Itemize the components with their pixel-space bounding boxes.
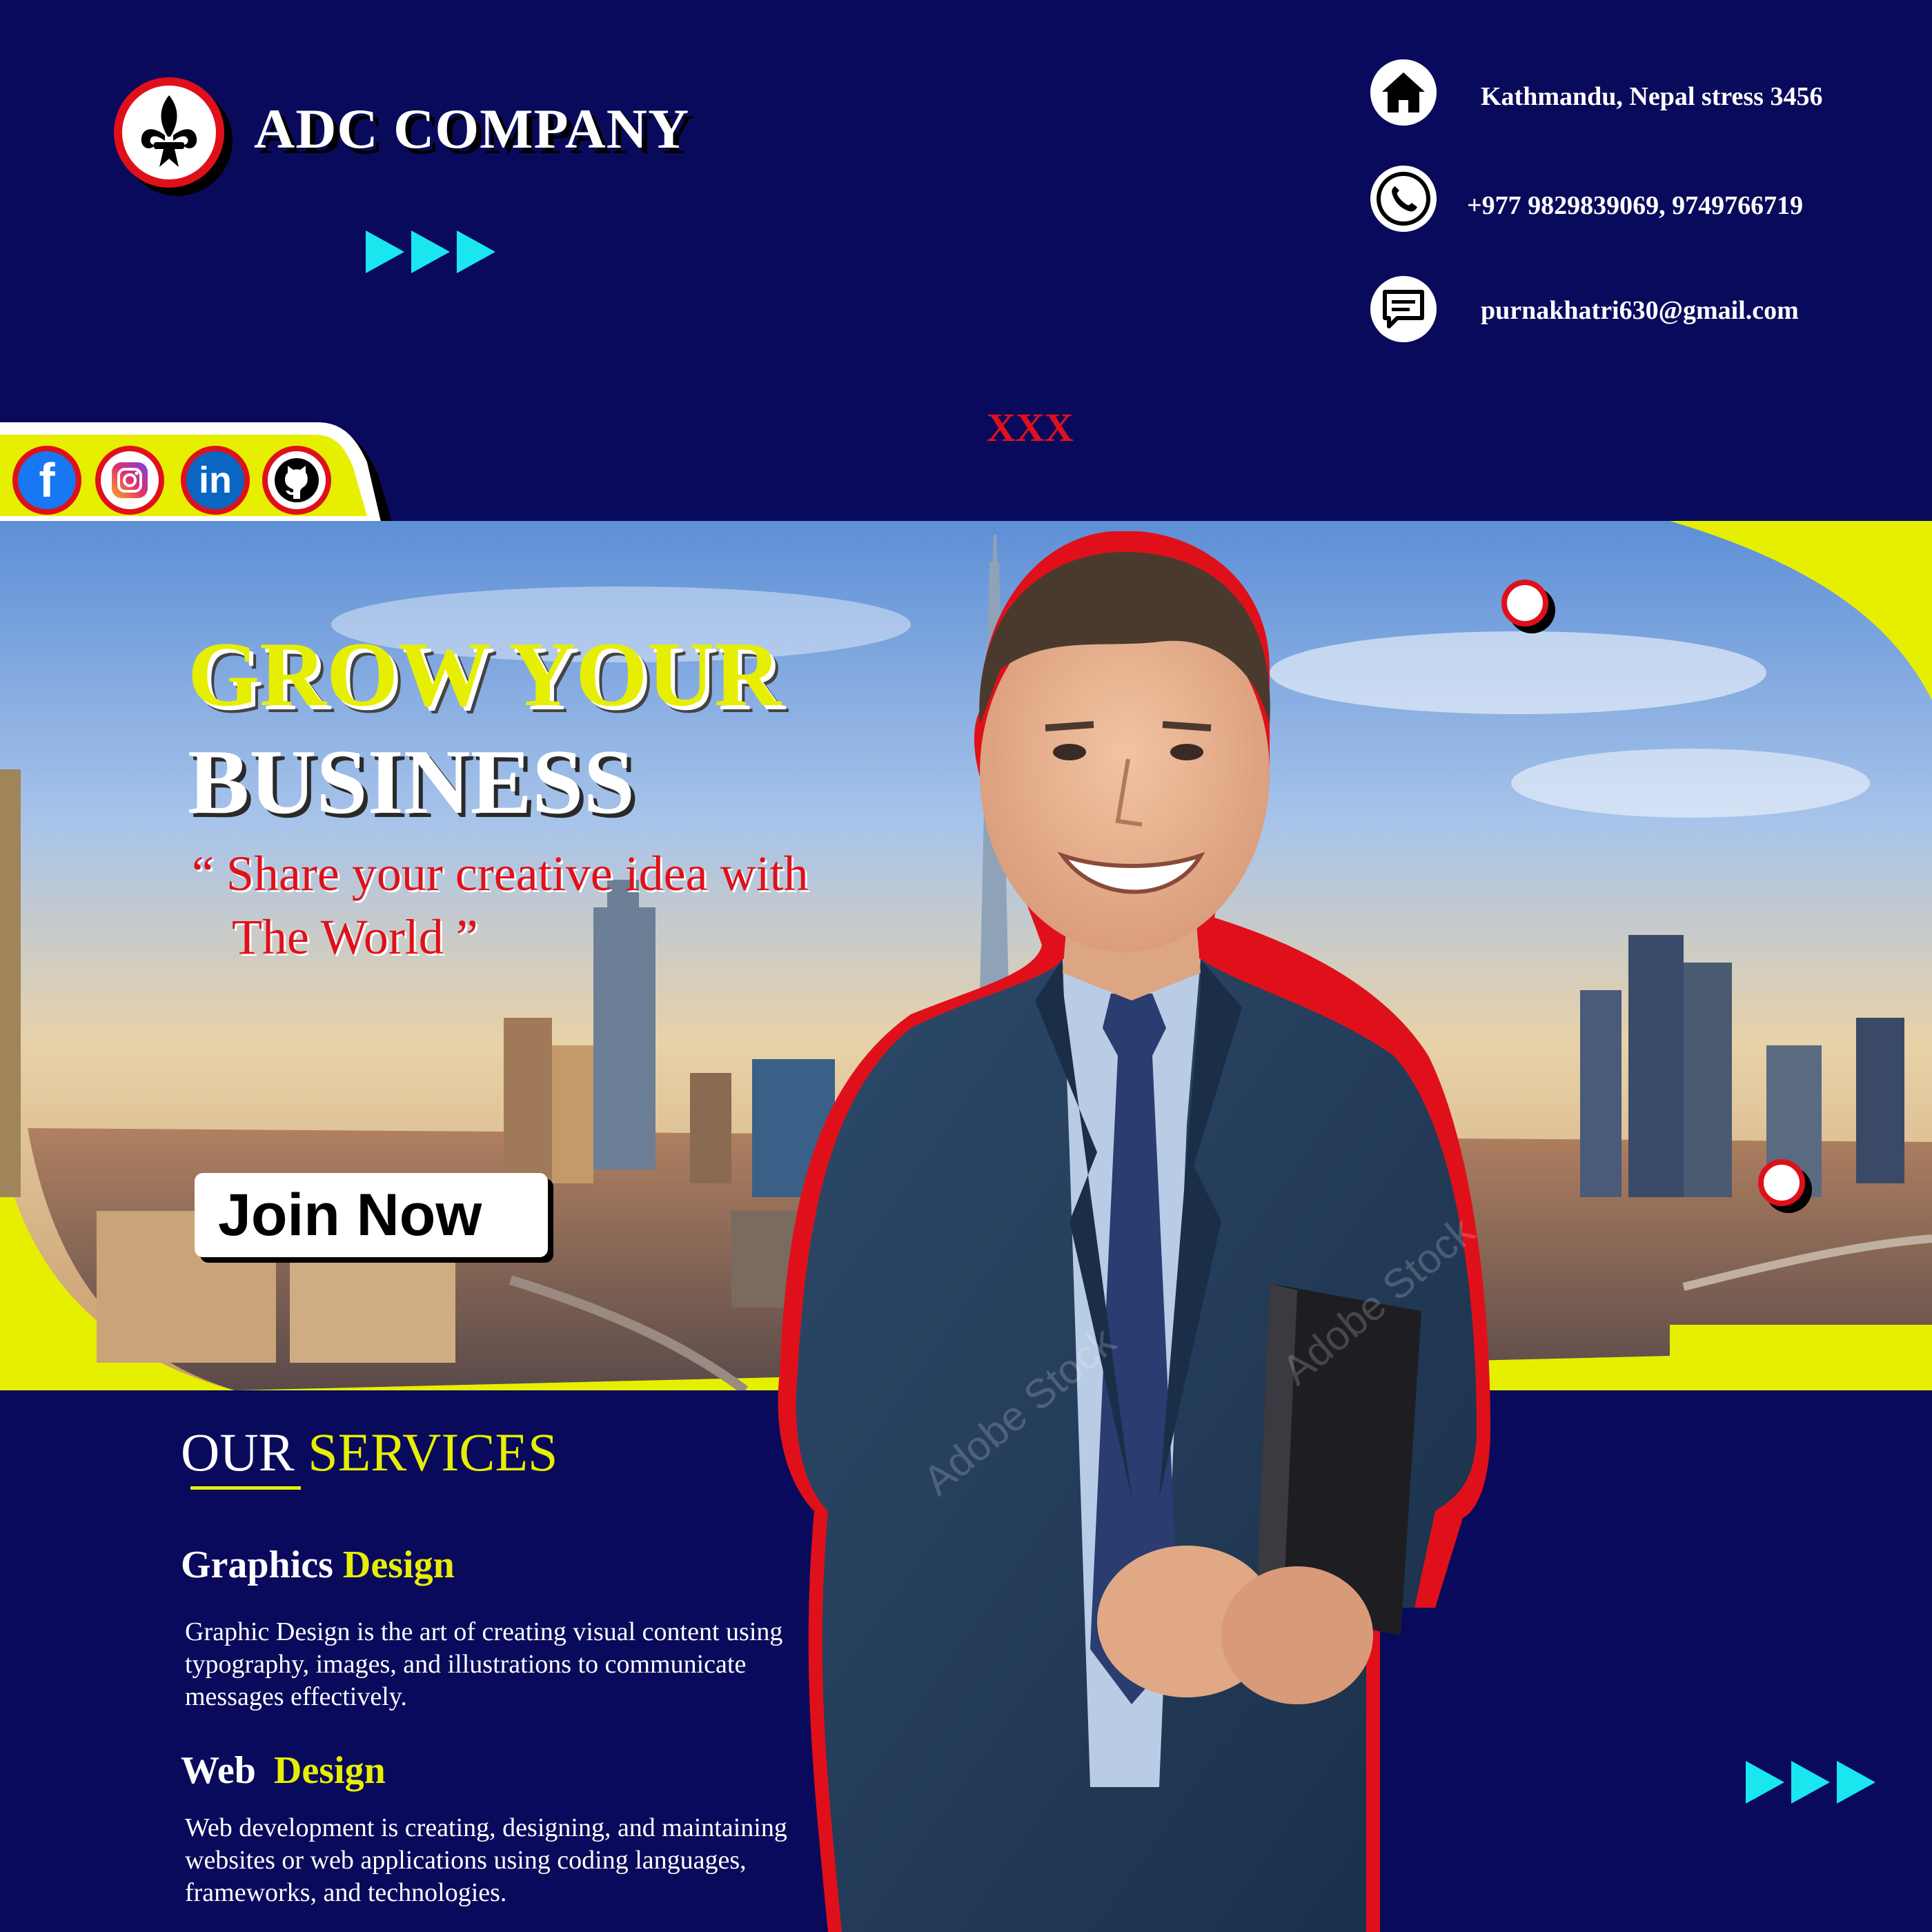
headline-line1: GROW YOUR — [188, 623, 781, 725]
service-title-part1: Graphics — [181, 1544, 333, 1586]
services-title-part1: OUR — [181, 1422, 295, 1482]
service-web-title: Web Design — [181, 1748, 386, 1793]
service-title-part2: Design — [342, 1544, 455, 1586]
forward-arrows-icon — [366, 230, 495, 273]
service-title-part2: Design — [273, 1749, 386, 1792]
fleur-de-lis-icon — [141, 95, 197, 167]
contact-email[interactable]: purnakhatri630@gmail.com — [1481, 295, 1799, 326]
services-title-part2: SERVICES — [308, 1422, 558, 1482]
linkedin-icon[interactable]: in — [181, 446, 250, 515]
message-icon[interactable] — [1370, 276, 1437, 342]
service-title-part1: Web — [181, 1749, 256, 1792]
decor-dot — [1758, 1159, 1805, 1206]
phone-icon[interactable] — [1370, 166, 1437, 232]
service-web-description: Web development is creating, designing, … — [185, 1813, 787, 1907]
home-icon — [1370, 59, 1437, 126]
service-graphics-description: Graphic Design is the art of creating vi… — [185, 1617, 783, 1711]
services-title: OUR SERVICES — [181, 1421, 558, 1483]
forward-arrows-icon — [1746, 1761, 1875, 1804]
headline-line2: BUSINESS — [188, 731, 635, 833]
github-icon[interactable] — [262, 446, 331, 515]
join-now-button[interactable]: Join Now — [195, 1173, 548, 1257]
businessman-photo: Adobe Stock Adobe Stock — [778, 531, 1490, 1932]
service-graphics-title: Graphics Design — [181, 1543, 455, 1587]
contact-phone: +977 9829839069, 9749766719 — [1467, 191, 1804, 220]
company-logo — [114, 77, 224, 188]
company-name: ADC COMPANY — [254, 97, 690, 160]
services-underline — [190, 1486, 301, 1490]
instagram-icon[interactable] — [95, 446, 164, 515]
facebook-icon[interactable]: f — [12, 446, 81, 515]
contact-address: Kathmandu, Nepal stress 3456 — [1481, 82, 1823, 111]
header-marker: XXX — [987, 405, 1074, 450]
